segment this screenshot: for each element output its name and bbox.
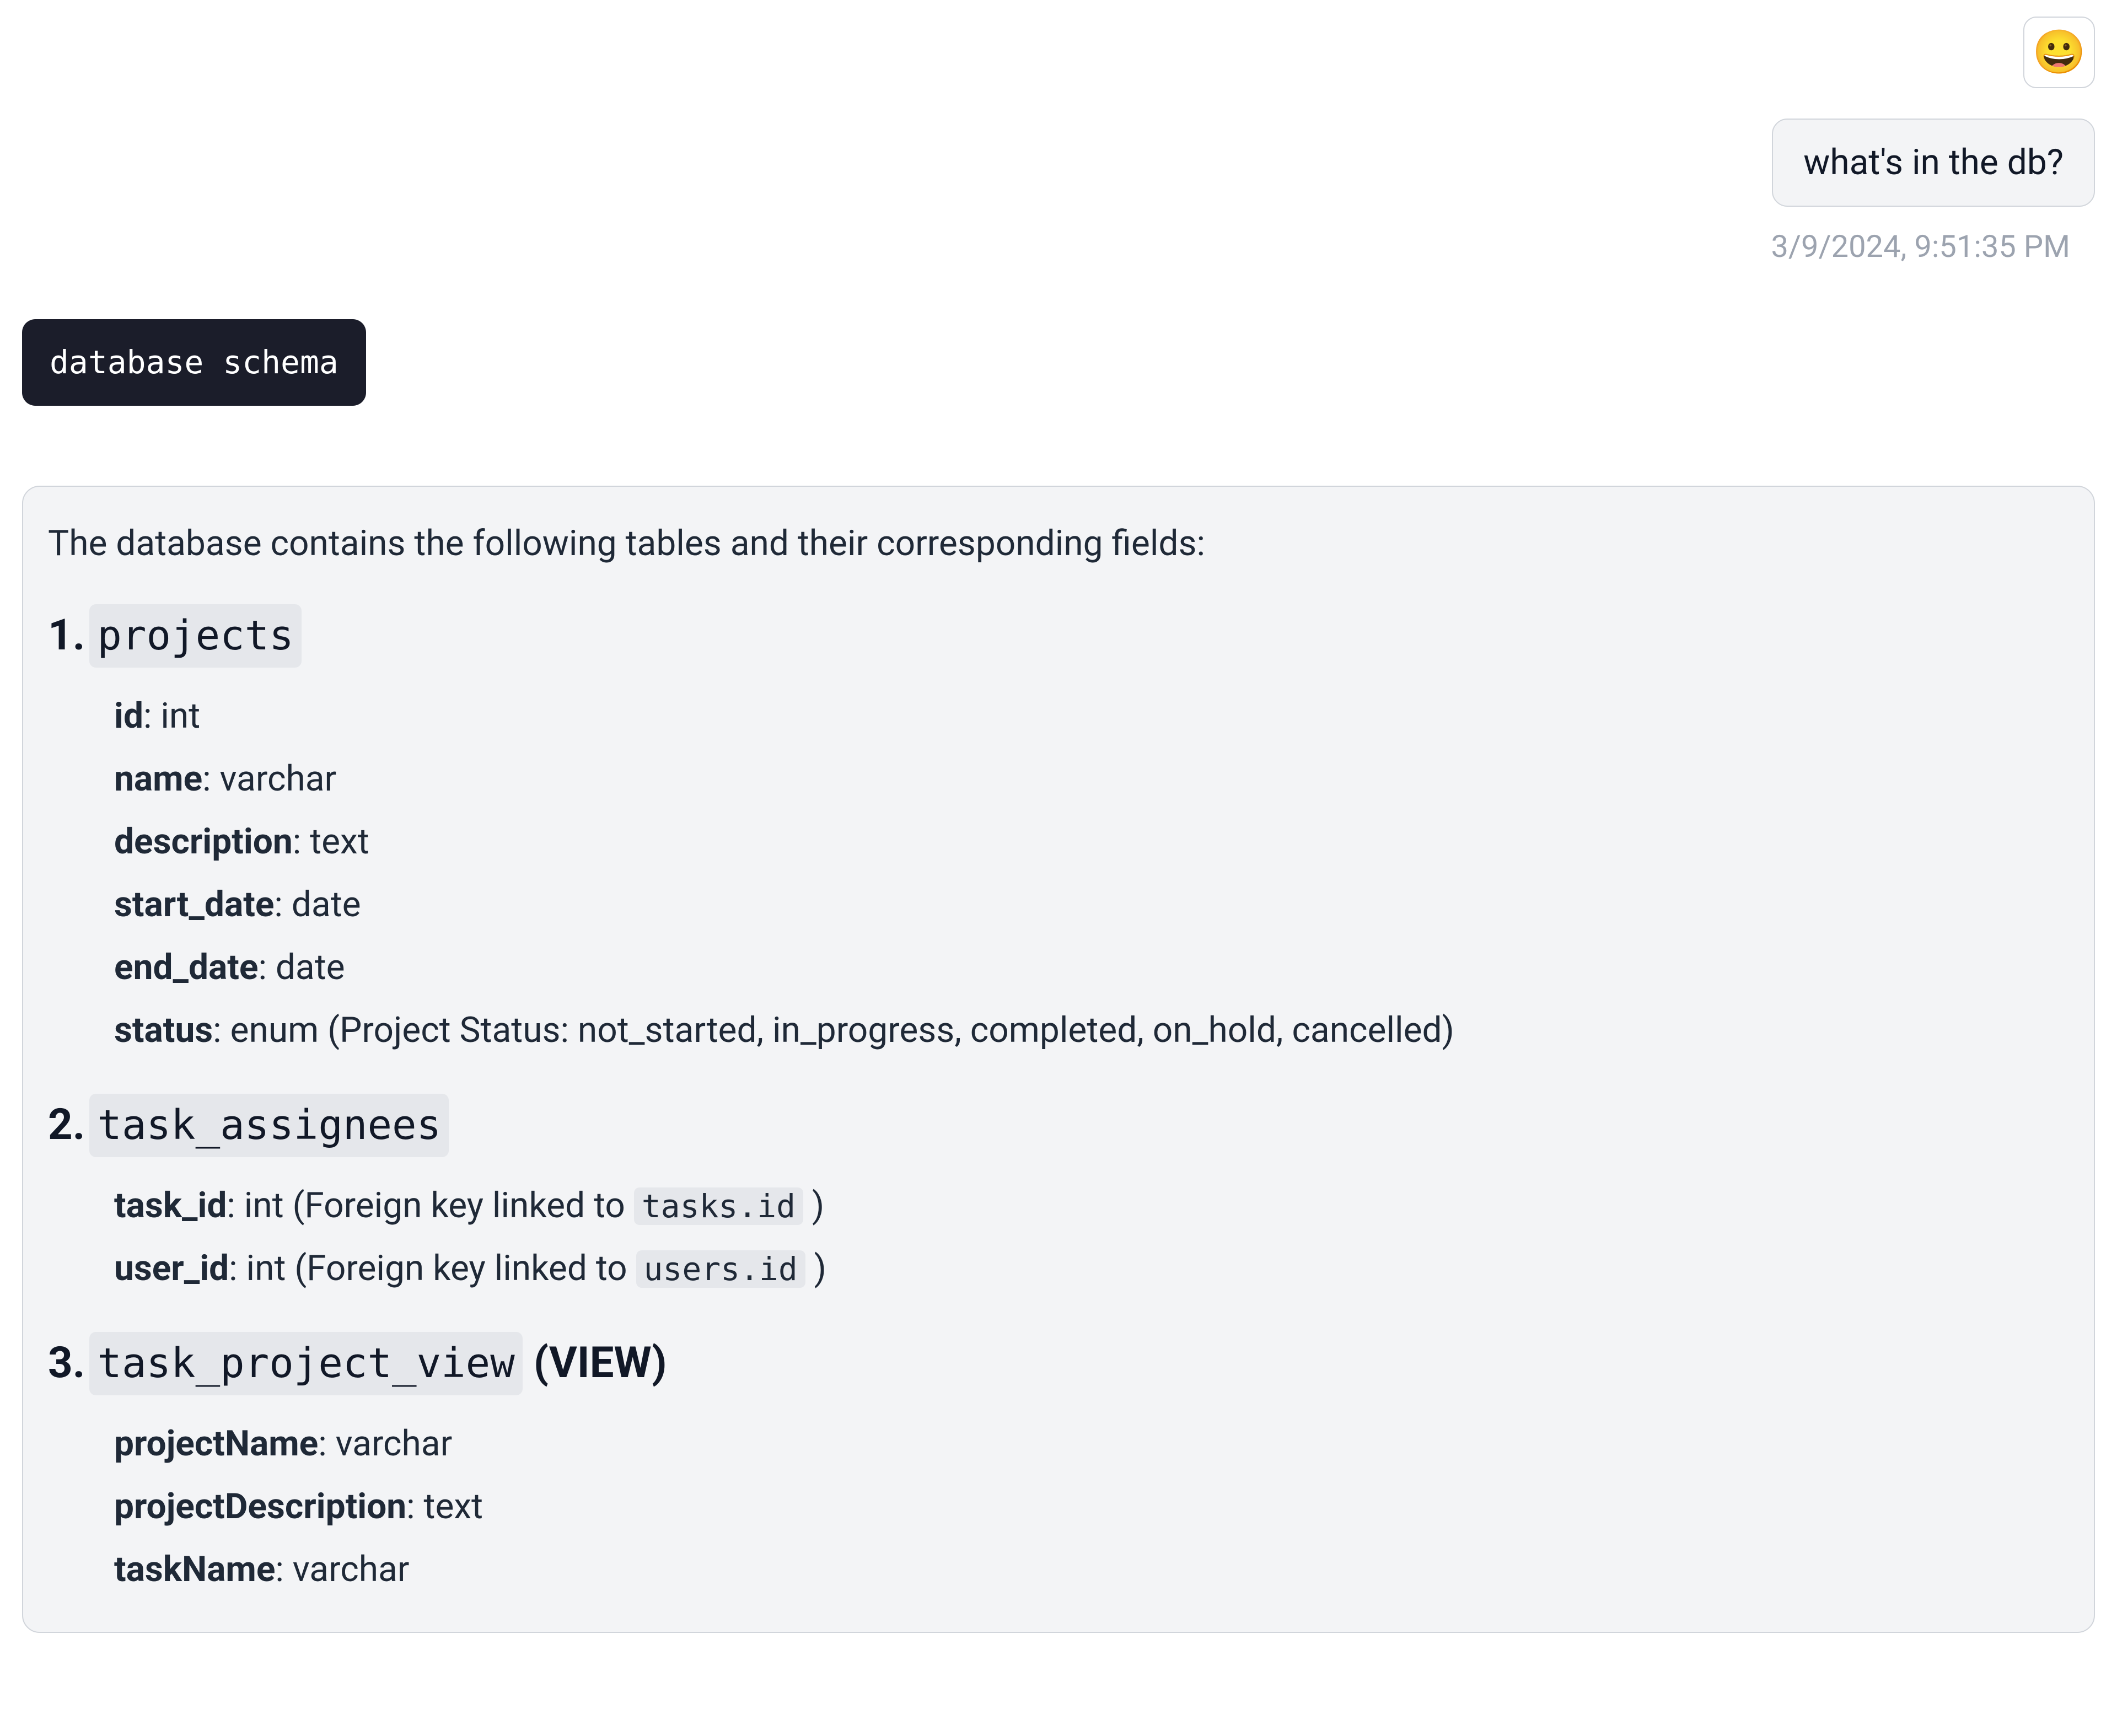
schema-table-name: task_project_view <box>89 1332 522 1395</box>
schema-field-row: user_id: int (Foreign key linked to user… <box>114 1242 2069 1295</box>
schema-field-type: : varchar <box>318 1423 452 1464</box>
schema-field-type: : enum (Project Status: not_started, in_… <box>213 1009 1454 1051</box>
user-avatar: 😀 <box>2023 17 2095 88</box>
user-message-bubble: what's in the db? <box>1772 119 2095 207</box>
schema-field-row: name: varchar <box>114 753 2069 805</box>
schema-field-type: : date <box>258 947 345 988</box>
schema-field-row: start_date: date <box>114 878 2069 931</box>
schema-field-type-prefix: : int (Foreign key linked to <box>227 1185 633 1226</box>
schema-field-name: status <box>114 1009 213 1051</box>
schema-field-row: status: enum (Project Status: not_starte… <box>114 1004 2069 1057</box>
schema-table-item: task_project_view(VIEW)projectName: varc… <box>48 1331 2069 1596</box>
schema-field-name: id <box>114 695 143 737</box>
schema-field-row: description: text <box>114 815 2069 868</box>
schema-table-heading: task_project_view(VIEW) <box>48 1331 2069 1395</box>
schema-table-name: projects <box>89 604 301 668</box>
schema-field-name: projectName <box>114 1423 318 1464</box>
tool-call-pill[interactable]: database schema <box>22 319 366 406</box>
schema-table-heading: projects <box>48 603 2069 668</box>
schema-field-type: : varchar <box>275 1549 409 1590</box>
schema-field-name: description <box>114 821 293 862</box>
assistant-intro-text: The database contains the following tabl… <box>48 517 2069 570</box>
schema-field-ref: users.id <box>636 1250 805 1288</box>
schema-field-name: user_id <box>114 1248 229 1289</box>
schema-field-row: id: int <box>114 690 2069 743</box>
schema-table-suffix: (VIEW) <box>534 1331 667 1395</box>
schema-field-name: taskName <box>114 1549 275 1590</box>
schema-field-name: name <box>114 758 202 799</box>
schema-table-item: projects id: int name: varchar description:… <box>48 603 2069 1057</box>
schema-field-type: : text <box>293 821 369 862</box>
schema-table-name: task_assignees <box>89 1094 449 1157</box>
schema-field-ref: tasks.id <box>634 1187 803 1225</box>
user-message-timestamp: 3/9/2024, 9:51:35 PM <box>1771 223 2095 270</box>
user-message-block: 😀 what's in the db? 3/9/2024, 9:51:35 PM <box>22 17 2095 270</box>
schema-table-item: task_assignees task_id: int (Foreign key … <box>48 1093 2069 1295</box>
schema-field-type-suffix: ) <box>805 1248 826 1289</box>
schema-field-name: projectDescription <box>114 1486 406 1527</box>
schema-field-row: projectDescription: text <box>114 1480 2069 1533</box>
schema-field-row: projectName: varchar <box>114 1417 2069 1470</box>
schema-field-row: task_id: int (Foreign key linked to task… <box>114 1179 2069 1232</box>
schema-field-list: id: int name: varchar description: text sta… <box>48 690 2069 1057</box>
schema-field-name: start_date <box>114 884 274 925</box>
assistant-message-bubble: The database contains the following tabl… <box>22 486 2095 1633</box>
schema-field-row: taskName: varchar <box>114 1543 2069 1596</box>
schema-field-type-suffix: ) <box>803 1185 824 1226</box>
chat-container: 😀 what's in the db? 3/9/2024, 9:51:35 PM… <box>0 0 2117 1633</box>
schema-field-list: projectName: varcharprojectDescription: … <box>48 1417 2069 1596</box>
schema-field-list: task_id: int (Foreign key linked to task… <box>48 1179 2069 1295</box>
schema-field-type: : varchar <box>202 758 336 799</box>
schema-field-row: end_date: date <box>114 941 2069 994</box>
schema-table-list: projectsid: intname: varchardescription:… <box>48 603 2069 1596</box>
schema-field-type: : date <box>274 884 361 925</box>
schema-field-name: task_id <box>114 1185 227 1226</box>
schema-field-name: end_date <box>114 947 258 988</box>
schema-field-type: : int <box>143 695 200 737</box>
schema-field-type: : text <box>406 1486 483 1527</box>
schema-field-type-prefix: : int (Foreign key linked to <box>229 1248 636 1289</box>
schema-table-heading: task_assignees <box>48 1093 2069 1157</box>
